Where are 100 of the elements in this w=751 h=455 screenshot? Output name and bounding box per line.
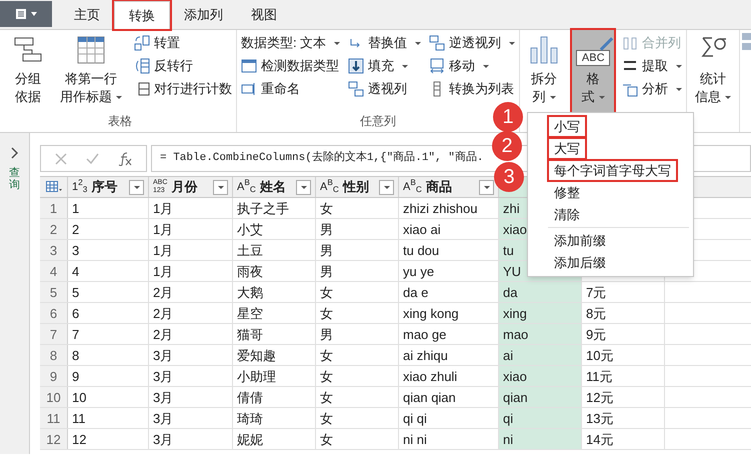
table-cell: 倩倩 [233, 387, 316, 407]
ribbon-button[interactable]: 分组 依据 [8, 30, 48, 112]
table-cell: 星空 [233, 303, 316, 323]
document-icon [15, 8, 27, 20]
ribbon-tab[interactable]: 添加列 [170, 1, 237, 29]
table-cell: da [499, 282, 582, 302]
ribbon-button[interactable]: 转置 [134, 34, 232, 52]
ribbon-button[interactable]: 重命名 [241, 80, 340, 98]
table-cell: qi [499, 408, 582, 428]
table-cell: ai [499, 345, 582, 365]
table-cell: 1月 [149, 240, 233, 260]
pivot-icon [348, 81, 364, 97]
dropdown-caret-icon [676, 88, 682, 90]
row-number: 4 [40, 261, 68, 281]
queries-label[interactable]: 查询 [9, 167, 20, 192]
ribbon-button[interactable]: 检测数据类型 [241, 57, 340, 75]
column-title: 商品 [426, 178, 453, 196]
table-cell: xiao [499, 366, 582, 386]
table-cell: 14元 [582, 429, 665, 449]
ribbon-button[interactable]: 转换为列表 [429, 80, 516, 98]
filter-dropdown-icon[interactable] [379, 180, 394, 194]
dropdown-caret-icon [676, 64, 682, 68]
ribbon-button[interactable]: 拆分 列 [524, 30, 564, 114]
table-cell: 6 [68, 303, 149, 323]
table-cell: 大鹅 [233, 282, 316, 302]
table-cell: 11 [68, 408, 149, 428]
table-cell: 女 [316, 198, 399, 218]
menu-item[interactable]: 小写 [548, 116, 586, 137]
cancel-icon [54, 152, 68, 166]
table-cell: 11元 [582, 366, 665, 386]
dropdown-caret-icon [31, 12, 37, 16]
group-label: 任意列 [360, 113, 396, 130]
filter-dropdown-icon[interactable] [479, 180, 494, 194]
ribbon-button[interactable]: 提取 [622, 57, 682, 75]
row-number: 11 [40, 408, 68, 428]
dropdown-caret-icon [415, 42, 422, 44]
unpivot-icon [429, 35, 446, 51]
ribbon-button[interactable]: 数据类型: 文本 [241, 34, 340, 52]
table-cell: 女 [316, 303, 399, 323]
table-cell: 2月 [149, 324, 233, 344]
row-number: 2 [40, 219, 68, 239]
filter-dropdown-icon[interactable] [213, 180, 228, 194]
table-cell: 女 [316, 366, 399, 386]
table-cell: 8元 [582, 303, 665, 323]
ribbon-button[interactable]: 填充 [348, 57, 422, 75]
ribbon-button[interactable]: 替换值 [348, 34, 422, 52]
table-cell: 女 [316, 282, 399, 302]
dropdown-caret-icon [334, 42, 340, 44]
ribbon-button[interactable]: ABC 格 式 [572, 30, 614, 114]
table-cell: 7元 [582, 282, 665, 302]
filter-dropdown-icon[interactable] [296, 180, 311, 194]
ribbon-button[interactable]: 移动 [429, 57, 516, 75]
table-cell: 1月 [149, 198, 233, 218]
table-cell: 妮妮 [233, 429, 316, 449]
expand-chevron-icon[interactable] [10, 147, 20, 159]
file-menu-button[interactable] [0, 1, 52, 27]
row-number: 7 [40, 324, 68, 344]
row-number: 9 [40, 366, 68, 386]
table-cell: 9 [68, 366, 149, 386]
table-cell: 10 [68, 387, 149, 407]
table-cell: 男 [316, 261, 399, 281]
table-cell: 3月 [149, 429, 233, 449]
reverse-rows-icon [134, 58, 150, 74]
table-cell: 1月 [149, 219, 233, 239]
row-number: 5 [40, 282, 68, 302]
check-icon [85, 152, 100, 166]
ribbon-tab[interactable]: 视图 [237, 1, 291, 29]
table-cell: 2月 [149, 303, 233, 323]
row-number: 10 [40, 387, 68, 407]
ribbon-button[interactable]: 透视列 [348, 80, 422, 98]
column-title: 姓名 [260, 178, 287, 196]
table-cell: 4 [68, 261, 149, 281]
table-cell: mao [499, 324, 582, 344]
ribbon-tab[interactable]: 转换 [114, 1, 170, 29]
column-title: 性别 [342, 178, 370, 196]
table-cell: 土豆 [233, 240, 316, 260]
ribbon-button[interactable]: 逆透视列 [429, 34, 516, 52]
table-cell: 3月 [149, 345, 233, 365]
table-cell: 小艾 [233, 219, 316, 239]
ribbon-button[interactable]: 反转行 [134, 57, 232, 75]
table-cell: 8 [68, 345, 149, 365]
column-title: 序号 [91, 178, 118, 196]
transpose-icon [134, 35, 150, 51]
table-cell: 2 [68, 219, 149, 239]
ribbon-button[interactable]: 分析 [622, 80, 682, 98]
ribbon-button[interactable]: 将第一行 用作标题 [56, 30, 126, 112]
dropdown-caret-icon [402, 64, 408, 68]
table-cell: 女 [316, 345, 399, 365]
filter-dropdown-icon[interactable] [129, 180, 144, 194]
ribbon-button[interactable]: 统计 信息 [691, 30, 736, 114]
ribbon-button[interactable]: 对行进行计数 [134, 80, 232, 98]
callout-number: 2 [492, 131, 522, 161]
table-cell: 3月 [149, 408, 233, 428]
table-cell: 3月 [149, 387, 233, 407]
table-cell: 男 [316, 219, 399, 239]
ribbon-tab[interactable]: 主页 [60, 1, 114, 29]
table-cell: 琦琦 [233, 408, 316, 428]
table-cell: qian [499, 387, 582, 407]
table-cell: 5 [68, 282, 149, 302]
table-cell: 3 [68, 240, 149, 260]
